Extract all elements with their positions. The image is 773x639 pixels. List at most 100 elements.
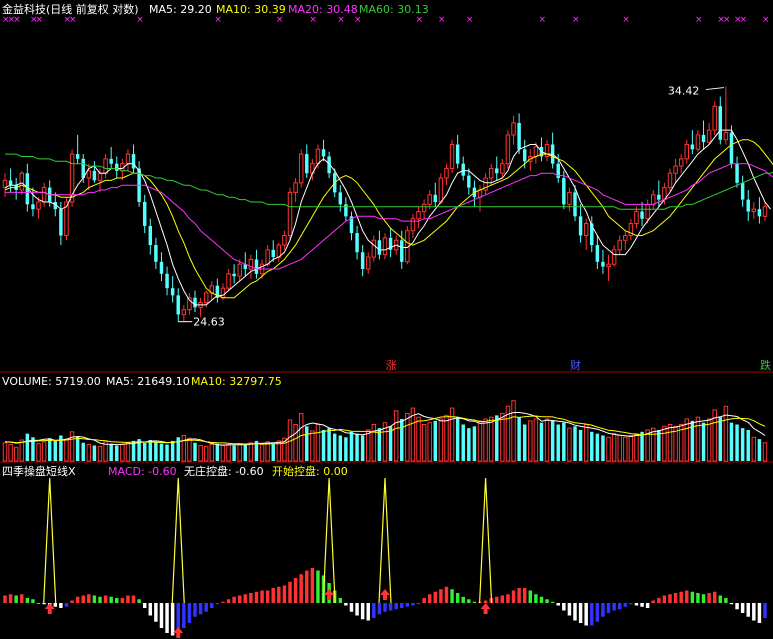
indicator-bar — [595, 603, 600, 622]
indicator-bar — [645, 603, 650, 608]
indicator-bar — [92, 595, 97, 603]
candle-body-up — [667, 172, 673, 189]
volume-bar-down — [232, 445, 236, 461]
candle-body-up — [634, 211, 639, 225]
indicator-bar — [662, 595, 667, 603]
indicator-bar — [254, 591, 259, 603]
indicator-bar — [690, 591, 695, 603]
indicator-bar — [59, 603, 63, 608]
candle-body-down — [142, 201, 147, 226]
top-cross-marker: × — [438, 15, 446, 25]
candle-body-up — [293, 182, 298, 193]
candle-body-down — [433, 194, 438, 202]
volume-bar-down — [657, 429, 661, 461]
volume-bar-up — [259, 444, 265, 462]
volume-bar-down — [165, 444, 169, 461]
candle-body-up — [427, 194, 432, 205]
indicator-bar — [612, 603, 616, 611]
indicator-bar — [305, 570, 309, 603]
candle-body-up — [36, 201, 41, 210]
indicator-bar — [148, 603, 153, 616]
top-cross-marker: × — [214, 15, 222, 25]
volume-bar-up — [528, 420, 533, 462]
indicator-bar — [31, 599, 35, 603]
indicator-bar — [277, 586, 281, 603]
candle-body-up — [645, 203, 650, 220]
indicator-bar — [752, 603, 756, 621]
volume-bar-down — [701, 422, 706, 461]
indicator-bar — [344, 603, 348, 606]
candle-body-up — [533, 146, 539, 157]
volume-bar-up — [617, 434, 622, 462]
candle-body-down — [461, 163, 465, 176]
wuzhuang-label: 无庄控盘: -0.60 — [184, 464, 264, 478]
candle-body-down — [735, 163, 739, 183]
volume-bar-up — [500, 413, 505, 462]
indicator-bar — [193, 603, 197, 617]
indicator-bar — [98, 596, 102, 603]
indicator-bar — [282, 585, 287, 603]
volume-bar-down — [271, 443, 275, 461]
indicator-bar — [455, 593, 460, 603]
candle-body-up — [684, 144, 689, 160]
indicator-bar — [120, 598, 125, 603]
volume-bar-up — [69, 431, 75, 462]
volume-bar-down — [573, 426, 577, 461]
candle-body-up — [276, 244, 282, 258]
candle-body-up — [421, 203, 427, 213]
volume-bar-down — [495, 415, 499, 461]
candle-body-down — [495, 168, 499, 174]
volume-bar-up — [198, 444, 203, 462]
top-cross-marker: × — [337, 15, 345, 25]
indicator-bar — [366, 603, 370, 621]
indicator-bar — [506, 594, 510, 603]
volume-bar-up — [628, 434, 634, 462]
top-cross-marker: × — [622, 15, 630, 25]
candle-body-up — [298, 153, 304, 184]
volume-bar-down — [193, 442, 197, 461]
indicator-bar — [422, 598, 426, 603]
volume-label: VOLUME: 5719.00 — [2, 375, 101, 388]
indicator-bar — [500, 595, 505, 603]
indicator-bar — [400, 603, 404, 608]
buy-arrow-stem — [483, 609, 488, 614]
candle-body-down — [115, 163, 119, 171]
volume-bar-up — [13, 446, 19, 462]
indicator-bar — [249, 593, 253, 603]
top-cross-marker: × — [69, 15, 77, 25]
indicator-bar — [578, 603, 583, 623]
volume-bar-up — [651, 427, 656, 462]
indicator-bar — [131, 595, 136, 603]
volume-bar-up — [293, 424, 298, 462]
indicator-bar — [629, 603, 633, 605]
volume-bar-down — [115, 445, 119, 461]
candle-body-down — [640, 211, 644, 219]
volume-bar-up — [488, 416, 494, 462]
volume-bar-up — [86, 444, 92, 462]
indicator-bar — [623, 603, 628, 607]
volume-bar-down — [461, 424, 465, 461]
indicator-bar — [534, 594, 538, 603]
volume-bar-up — [19, 439, 24, 462]
volume-bar-down — [59, 435, 63, 461]
candle-body-down — [109, 158, 113, 164]
high-label: 34.42 — [668, 85, 700, 98]
candle-body-up — [287, 191, 293, 236]
indicator-bar — [349, 603, 354, 612]
volume-bar-up — [762, 442, 768, 462]
indicator-bar — [472, 601, 477, 603]
top-cross-marker: × — [136, 15, 144, 25]
indicator-bar — [567, 603, 572, 616]
indicator-bar — [712, 591, 717, 603]
indicator-bar — [556, 603, 560, 606]
indicator-bar — [25, 598, 30, 603]
volume-bar-down — [338, 435, 343, 461]
top-cross-marker: × — [36, 15, 44, 25]
volume-bar-up — [438, 418, 444, 462]
stock-title: 金益科技(日线 前复权 对数) — [2, 2, 139, 16]
top-cross-marker: × — [276, 15, 284, 25]
candle-body-down — [562, 178, 566, 205]
volume-bar-down — [321, 429, 326, 461]
candle-body-down — [595, 245, 600, 262]
kaishi-label: 开始控盘: 0.00 — [272, 464, 348, 478]
